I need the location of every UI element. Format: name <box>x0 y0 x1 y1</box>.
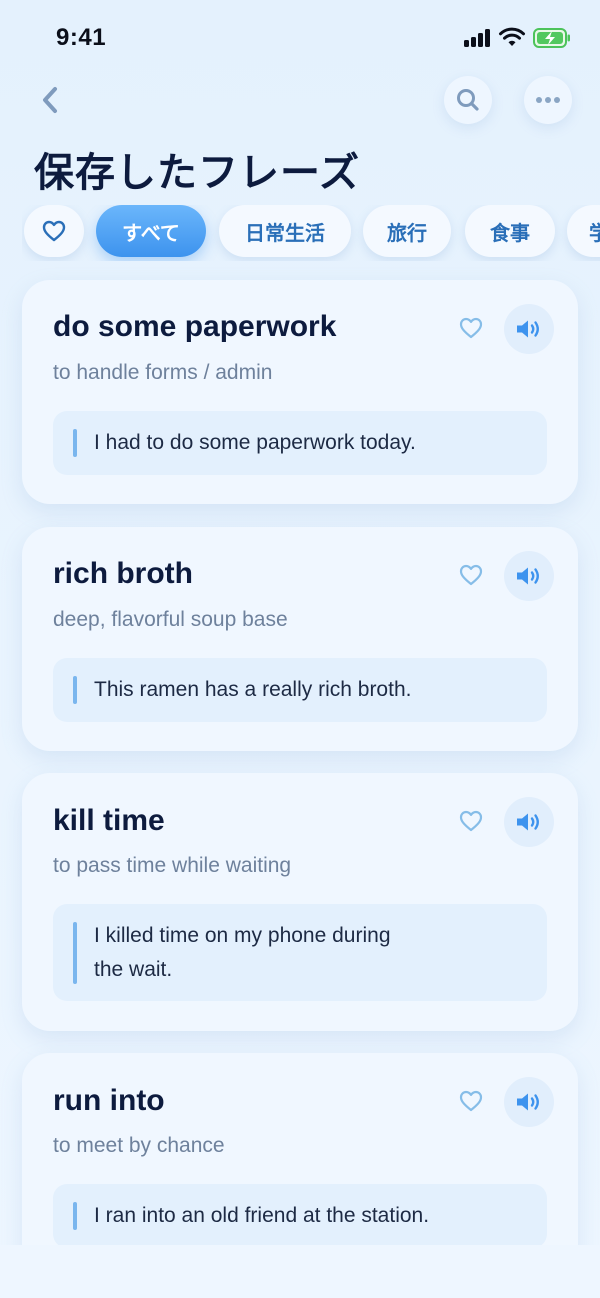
phrase-card[interactable]: do some paperwork to handle forms / admi… <box>22 280 578 504</box>
phrase-meaning: to pass time while waiting <box>53 854 292 877</box>
status-time: 9:41 <box>56 24 107 51</box>
phrase-card[interactable]: run into to meet by chance I ran into an… <box>22 1053 578 1277</box>
example-accent-bar <box>73 922 77 984</box>
page-title: 保存したフレーズ <box>34 151 360 195</box>
favorite-button[interactable] <box>456 560 486 590</box>
favorite-button[interactable] <box>456 1086 486 1116</box>
heart-outline-icon <box>459 564 483 586</box>
play-audio-button[interactable] <box>504 1077 554 1127</box>
bottom-fade-overlay <box>0 1245 600 1298</box>
heart-icon <box>42 220 66 242</box>
more-options-button[interactable] <box>524 76 572 124</box>
search-icon <box>457 89 479 111</box>
category-filter-bar: すべて 日常生活 旅行 食事 学 <box>22 205 600 261</box>
heart-outline-icon <box>459 317 483 339</box>
example-sentence-line: the wait. <box>94 958 173 981</box>
status-bar: 9:41 <box>0 0 600 72</box>
play-audio-button[interactable] <box>504 304 554 354</box>
saved-phrases-screen: 9:41 保存したフレーズ すべて 日常生活 旅行 食事 学 do some p… <box>0 0 600 1298</box>
example-sentence: I had to do some paperwork today. <box>94 431 416 454</box>
phrase-text: kill time <box>53 804 165 837</box>
phrase-card[interactable]: rich broth deep, flavorful soup base Thi… <box>22 527 578 751</box>
example-sentence: I killed time on my phone during the wai… <box>94 919 487 987</box>
search-button[interactable] <box>444 76 492 124</box>
phrase-text: run into <box>53 1084 165 1117</box>
chip-all[interactable]: すべて <box>96 205 206 257</box>
phrase-meaning: to meet by chance <box>53 1134 225 1157</box>
chevron-left-icon <box>43 87 57 113</box>
battery-charging-icon <box>533 28 570 48</box>
heart-outline-icon <box>459 1090 483 1112</box>
speaker-icon <box>517 567 539 585</box>
example-sentence-box: I had to do some paperwork today. <box>53 411 547 475</box>
phrase-meaning: to handle forms / admin <box>53 361 273 384</box>
example-sentence: I ran into an old friend at the station. <box>94 1204 430 1227</box>
example-accent-bar <box>73 676 77 704</box>
chip-travel[interactable]: 旅行 <box>363 205 451 257</box>
example-sentence-line: I killed time on my phone during <box>94 924 391 947</box>
wifi-icon <box>499 27 525 46</box>
example-sentence-box: This ramen has a really rich broth. <box>53 658 547 722</box>
example-accent-bar <box>73 429 77 457</box>
example-sentence-box: I ran into an old friend at the station. <box>53 1184 547 1248</box>
speaker-icon <box>517 1093 539 1111</box>
play-audio-button[interactable] <box>504 797 554 847</box>
cellular-signal-icon <box>464 29 492 47</box>
phrase-text: rich broth <box>53 557 193 590</box>
phrase-card[interactable]: kill time to pass time while waiting I k… <box>22 773 578 1031</box>
example-accent-bar <box>73 1202 77 1230</box>
example-sentence-box: I killed time on my phone during the wai… <box>53 904 547 1001</box>
more-horizontal-icon <box>536 97 560 103</box>
speaker-icon <box>517 320 539 338</box>
phrase-text: do some paperwork <box>53 310 337 343</box>
play-audio-button[interactable] <box>504 551 554 601</box>
favorites-filter-chip[interactable] <box>24 205 84 257</box>
chip-study[interactable]: 学 <box>567 205 600 257</box>
phrase-meaning: deep, flavorful soup base <box>53 608 288 631</box>
back-button[interactable] <box>30 80 70 120</box>
speaker-icon <box>517 813 539 831</box>
heart-outline-icon <box>459 810 483 832</box>
chip-food[interactable]: 食事 <box>465 205 555 257</box>
favorite-button[interactable] <box>456 313 486 343</box>
favorite-button[interactable] <box>456 806 486 836</box>
example-sentence: This ramen has a really rich broth. <box>94 678 412 701</box>
chip-daily-life[interactable]: 日常生活 <box>219 205 351 257</box>
